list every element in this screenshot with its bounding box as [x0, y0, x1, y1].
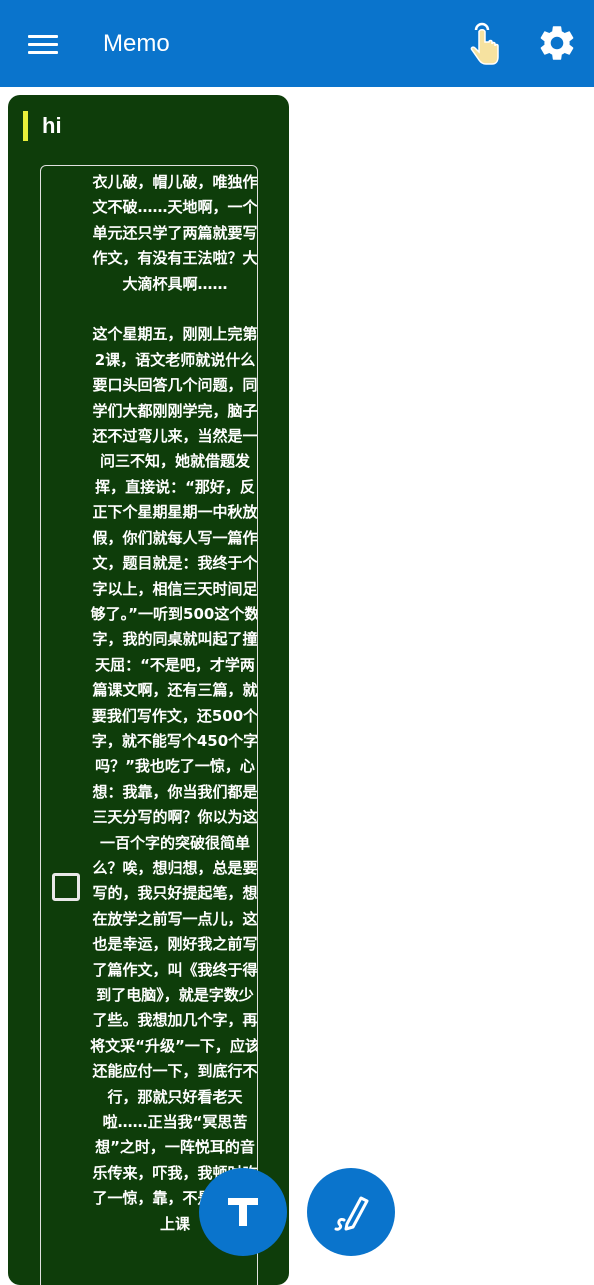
memo-accent-bar — [23, 111, 28, 141]
pen-icon — [334, 1196, 369, 1231]
text-format-icon — [228, 1198, 258, 1226]
add-drawing-memo-button[interactable] — [307, 1168, 395, 1256]
memo-title: hi — [42, 113, 62, 138]
memo-content-box[interactable]: 衣儿破，帽儿破，唯独作文不破……天地啊，一个单元还只学了两篇就要写作文，有没有王… — [40, 165, 258, 1285]
gear-icon[interactable] — [536, 22, 578, 64]
touch-hand-icon[interactable] — [462, 22, 504, 66]
memo-body-text: 衣儿破，帽儿破，唯独作文不破……天地啊，一个单元还只学了两篇就要写作文，有没有王… — [90, 173, 258, 1233]
app-title: Memo — [103, 30, 170, 57]
add-text-memo-button[interactable] — [199, 1168, 287, 1256]
menu-icon[interactable] — [22, 26, 64, 62]
memo-card[interactable]: hi 衣儿破，帽儿破，唯独作文不破……天地啊，一个单元还只学了两篇就要写作文，有… — [8, 95, 289, 1285]
app-bar: Memo — [0, 0, 594, 87]
